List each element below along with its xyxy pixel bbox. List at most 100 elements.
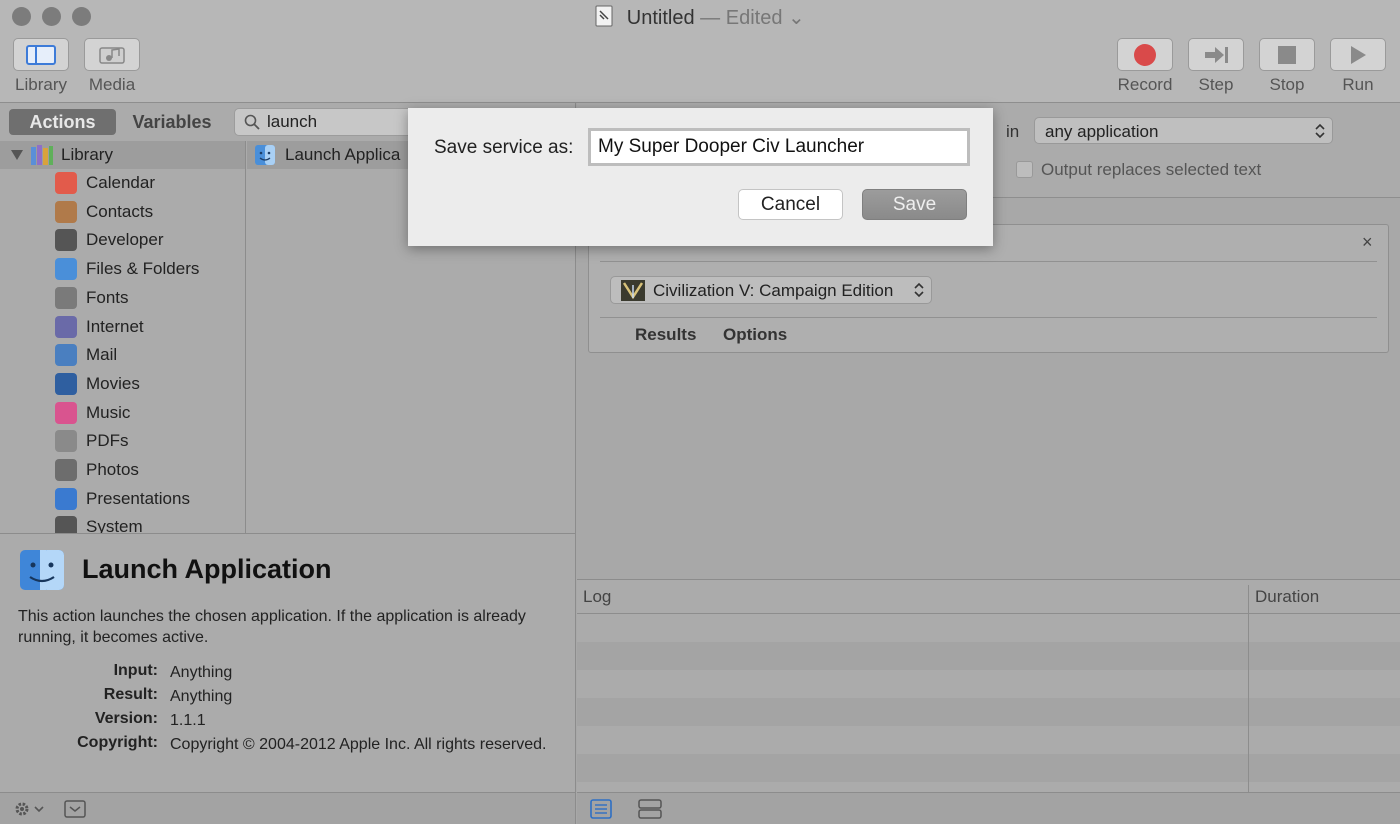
sidebar-item-presentations[interactable]: Presentations: [0, 485, 245, 513]
globe-icon: [55, 315, 77, 338]
tab-actions[interactable]: Actions: [9, 109, 116, 135]
run-label: Run: [1342, 75, 1374, 94]
split-view-icon[interactable]: [638, 799, 662, 819]
application-popup-button[interactable]: Civilization V: Campaign Edition: [610, 276, 932, 304]
system-icon: [55, 516, 77, 533]
save-button[interactable]: Save: [862, 189, 967, 220]
step-button[interactable]: [1188, 38, 1244, 71]
copyright-value: Copyright © 2004-2012 Apple Inc. All rig…: [170, 736, 547, 753]
sidebar-item-label: Photos: [86, 460, 139, 479]
step-label: Step: [1198, 75, 1234, 94]
workflow-bottom-bar: [577, 792, 1400, 824]
sidebar-item-fonts[interactable]: Fonts: [0, 284, 245, 312]
keynote-icon: [55, 487, 77, 510]
version-value: 1.1.1: [170, 712, 206, 729]
title-chevron-icon[interactable]: ⌄: [788, 7, 805, 29]
action-label: Launch Applica: [285, 145, 401, 164]
sidebar-item-label: Presentations: [86, 488, 190, 508]
up-down-chevron-icon: [914, 282, 924, 298]
sidebar-item-label: Mail: [86, 345, 118, 365]
in-label: in: [1006, 122, 1020, 141]
tab-options[interactable]: Options: [723, 325, 787, 345]
sidebar-item-label: Files & Folders: [86, 259, 200, 279]
action-description-pane: Launch Application This action launches …: [0, 533, 576, 792]
service-name-input[interactable]: [588, 128, 970, 166]
library-toggle-button[interactable]: [13, 38, 69, 71]
fonts-icon: [55, 286, 77, 309]
stop-button[interactable]: [1259, 38, 1315, 71]
tab-variables[interactable]: Variables: [116, 109, 228, 135]
sidebar-item-internet[interactable]: Internet: [0, 313, 245, 341]
sidebar-item-label: Library: [61, 145, 113, 164]
save-service-sheet: Save service as: Cancel Save: [408, 108, 993, 246]
description-title: Launch Application: [82, 554, 332, 584]
output-replaces-checkbox[interactable]: [1016, 161, 1033, 178]
tab-results[interactable]: Results: [635, 325, 696, 345]
description-toggle-icon[interactable]: [64, 800, 86, 818]
sidebar-item-movies[interactable]: Movies: [0, 370, 245, 398]
copyright-key: Copyright:: [77, 734, 158, 751]
table-row: [577, 642, 1400, 670]
sidebar-item-label: Internet: [86, 316, 144, 336]
record-label: Record: [1117, 75, 1173, 94]
disclosure-triangle-icon[interactable]: [11, 150, 23, 160]
sidebar-item-label: Contacts: [86, 201, 154, 221]
window-title: Untitled — Edited ⌄: [0, 5, 1400, 30]
card-divider: [600, 317, 1377, 318]
log-column-header[interactable]: Log: [583, 587, 611, 607]
finder-icon: [55, 258, 77, 281]
quicktime-icon: [55, 372, 77, 395]
library-category-list: Library Calendar Contacts Developer Files &…: [0, 141, 246, 533]
calendar-icon: [55, 172, 77, 194]
finder-icon: [20, 550, 64, 590]
record-button[interactable]: [1117, 38, 1173, 71]
sidebar-item-contacts[interactable]: Contacts: [0, 198, 245, 226]
library-bottom-bar: [0, 792, 576, 824]
sidebar-item-label: Developer: [86, 230, 164, 250]
column-divider[interactable]: [1248, 585, 1249, 792]
input-value: Anything: [170, 664, 233, 681]
sidebar-item-label: Fonts: [86, 287, 129, 307]
application-select[interactable]: any application: [1034, 117, 1333, 144]
finder-icon: [255, 145, 275, 165]
record-icon: [1134, 43, 1156, 66]
sidebar-item-system[interactable]: System: [0, 513, 245, 533]
duration-column-header[interactable]: Duration: [1255, 587, 1319, 607]
close-icon[interactable]: ×: [1362, 232, 1373, 253]
card-divider: [600, 261, 1377, 262]
sidebar-item-label: System: [86, 517, 143, 533]
media-label: Media: [88, 75, 136, 94]
window-title-edited: — Edited: [700, 7, 783, 29]
sidebar-icon: [26, 44, 56, 65]
sidebar-item-photos[interactable]: Photos: [0, 456, 245, 484]
sidebar-item-label: Calendar: [86, 173, 155, 192]
sidebar-item-files-folders[interactable]: Files & Folders: [0, 255, 245, 283]
application-popup-value: Civilization V: Campaign Edition: [653, 281, 894, 300]
tools-icon: [55, 229, 77, 252]
gear-icon[interactable]: [14, 801, 46, 817]
version-key: Version:: [94, 710, 158, 727]
list-view-icon[interactable]: [590, 799, 612, 819]
sidebar-item-library[interactable]: Library: [0, 141, 245, 169]
description-text: This action launches the chosen applicat…: [18, 608, 526, 646]
log-header-divider: [577, 613, 1400, 614]
cancel-button[interactable]: Cancel: [738, 189, 843, 220]
sidebar-item-calendar[interactable]: Calendar: [0, 169, 245, 197]
play-icon: [1351, 45, 1366, 64]
stop-icon: [1278, 45, 1296, 64]
sidebar-item-music[interactable]: Music: [0, 399, 245, 427]
table-row: [577, 698, 1400, 726]
window-toolbar: Untitled — Edited ⌄ Library Media Record…: [0, 0, 1400, 103]
photos-icon: [55, 459, 77, 481]
contacts-icon: [55, 200, 77, 223]
library-icon: [31, 145, 53, 165]
media-button[interactable]: [84, 38, 140, 71]
sidebar-item-pdfs[interactable]: PDFs: [0, 427, 245, 455]
result-key: Result:: [103, 686, 158, 703]
run-button[interactable]: [1330, 38, 1386, 71]
sidebar-item-mail[interactable]: Mail: [0, 341, 245, 369]
step-icon: [1205, 46, 1228, 63]
pdf-icon: [55, 430, 77, 453]
sidebar-item-developer[interactable]: Developer: [0, 226, 245, 254]
output-replaces-label: Output replaces selected text: [1041, 160, 1262, 179]
